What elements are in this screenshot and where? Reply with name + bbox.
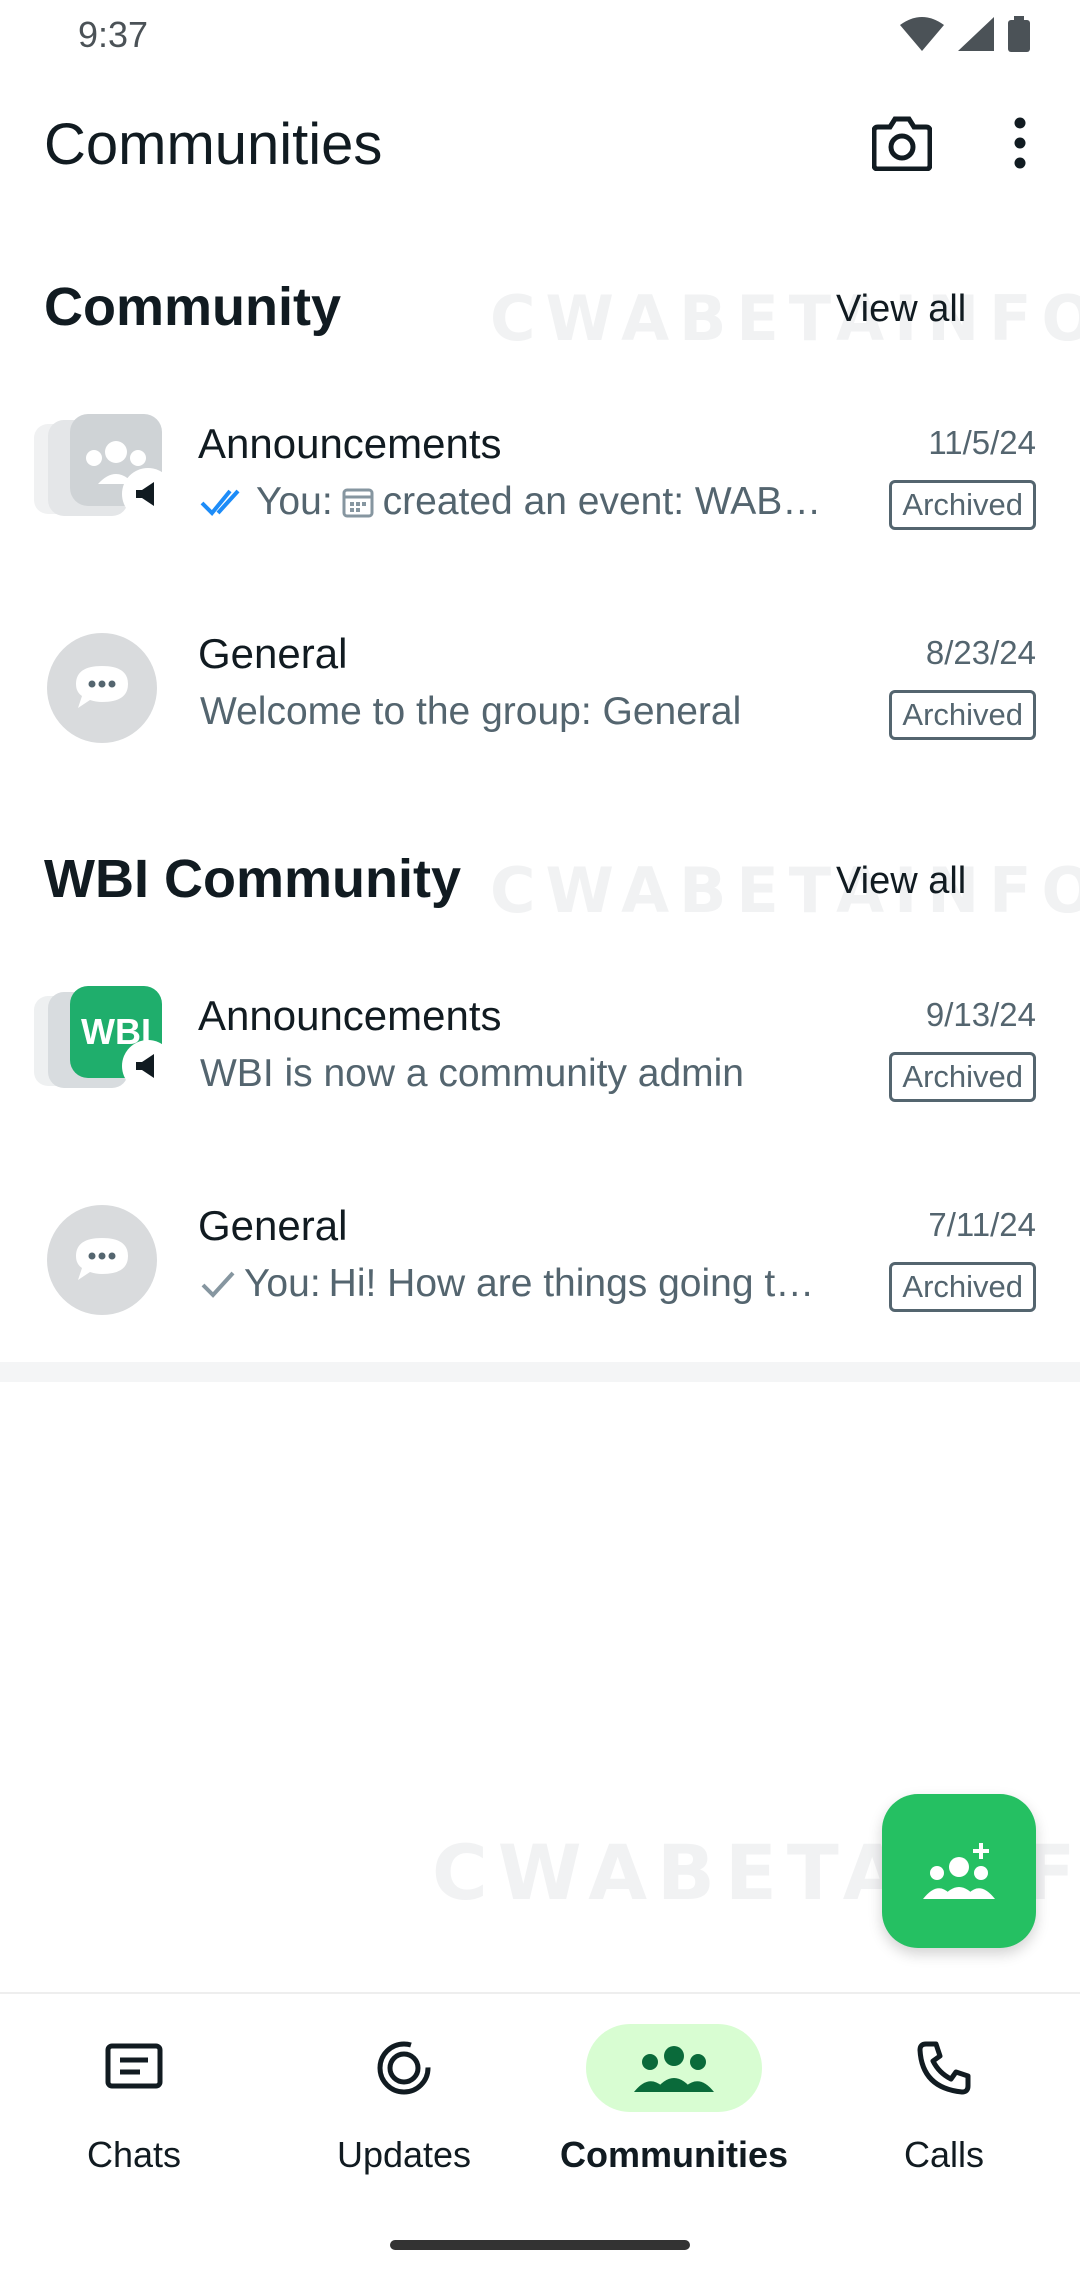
view-all-button[interactable]: View all xyxy=(836,860,966,903)
battery-icon xyxy=(1008,16,1030,52)
row-message: You: Hi! How are things going t… xyxy=(200,1262,814,1306)
communities-icon xyxy=(634,2046,714,2092)
add-group-icon xyxy=(923,1843,995,1899)
archived-badge: Archived xyxy=(889,1262,1036,1312)
phone-icon xyxy=(917,2041,971,2095)
group-chat-avatar-icon xyxy=(47,1205,157,1315)
list-item-general[interactable]: General You: Hi! How are things going t…… xyxy=(0,1202,1080,1382)
signal-icon xyxy=(958,17,994,51)
group-chat-avatar-icon xyxy=(47,633,157,743)
tab-chats[interactable]: Chats xyxy=(4,2024,264,2214)
row-name: General xyxy=(198,630,348,677)
tab-calls[interactable]: Calls xyxy=(814,2024,1074,2214)
row-message: WBI is now a community admin xyxy=(200,1052,744,1096)
archived-badge: Archived xyxy=(889,1052,1036,1102)
tab-label: Updates xyxy=(336,2134,472,2175)
archived-badge: Archived xyxy=(889,690,1036,740)
row-name: Announcements xyxy=(198,420,502,467)
tab-communities[interactable]: Communities xyxy=(544,2024,804,2214)
more-options-icon[interactable] xyxy=(1000,115,1040,171)
message-text: created an event: WAB… xyxy=(382,480,822,523)
row-message: Welcome to the group: General xyxy=(200,690,741,734)
row-date: 7/11/24 xyxy=(928,1206,1036,1243)
view-all-button[interactable]: View all xyxy=(836,288,966,331)
row-name: General xyxy=(198,1202,348,1249)
row-date: 8/23/24 xyxy=(925,634,1036,671)
calendar-icon xyxy=(342,488,374,518)
row-date: 11/5/24 xyxy=(928,424,1036,461)
archived-badge: Archived xyxy=(889,480,1036,530)
section-header-community: CWABETAINFO Community View all xyxy=(0,262,1080,355)
chats-icon xyxy=(105,2043,163,2089)
avatar xyxy=(32,410,182,530)
wifi-icon xyxy=(900,17,944,51)
status-time: 9:37 xyxy=(78,14,149,55)
divider xyxy=(0,1362,1080,1382)
message-text: WBI is now a community admin xyxy=(200,1052,745,1095)
app-bar: Communities xyxy=(0,95,1080,195)
list-item-announcements[interactable]: Announcements You: created an event: WAB… xyxy=(0,414,1080,600)
message-prefix: You: xyxy=(256,480,333,523)
tab-label: Chats xyxy=(86,2134,182,2175)
tab-updates[interactable]: Updates xyxy=(274,2024,534,2214)
section-header-wbi-community: CWABETAINFO WBI Community View all xyxy=(0,834,1080,927)
message-prefix: You: xyxy=(244,1262,321,1305)
tab-label: Calls xyxy=(903,2134,984,2175)
row-name: Announcements xyxy=(198,992,502,1039)
single-check-icon xyxy=(201,1271,235,1298)
new-community-button[interactable] xyxy=(882,1794,1036,1948)
row-message: You: created an event: WAB… xyxy=(200,480,821,524)
watermark: CWABETAINFO xyxy=(490,854,1080,927)
message-text: Hi! How are things going t… xyxy=(328,1262,815,1305)
status-icons xyxy=(900,16,1030,52)
row-date: 9/13/24 xyxy=(925,996,1036,1033)
page-title: Communities xyxy=(44,112,383,177)
tab-label: Communities xyxy=(559,2134,789,2175)
status-bar: 9:37 xyxy=(0,0,1080,80)
list-item-general[interactable]: General Welcome to the group: General 8/… xyxy=(0,630,1080,810)
section-title: Community xyxy=(44,277,341,337)
avatar: WBI xyxy=(32,982,182,1102)
home-indicator[interactable] xyxy=(390,2240,690,2250)
bottom-navigation: Chats Updates Communities Calls xyxy=(0,1992,1080,2280)
section-title: WBI Community xyxy=(44,849,461,909)
camera-icon[interactable] xyxy=(872,115,932,171)
list-item-announcements[interactable]: WBI Announcements WBI is now a community… xyxy=(0,986,1080,1172)
watermark: CWABETAINFO xyxy=(490,282,1080,355)
updates-icon xyxy=(377,2041,431,2095)
double-check-icon xyxy=(200,489,240,516)
message-text: Welcome to the group: General xyxy=(200,690,742,733)
